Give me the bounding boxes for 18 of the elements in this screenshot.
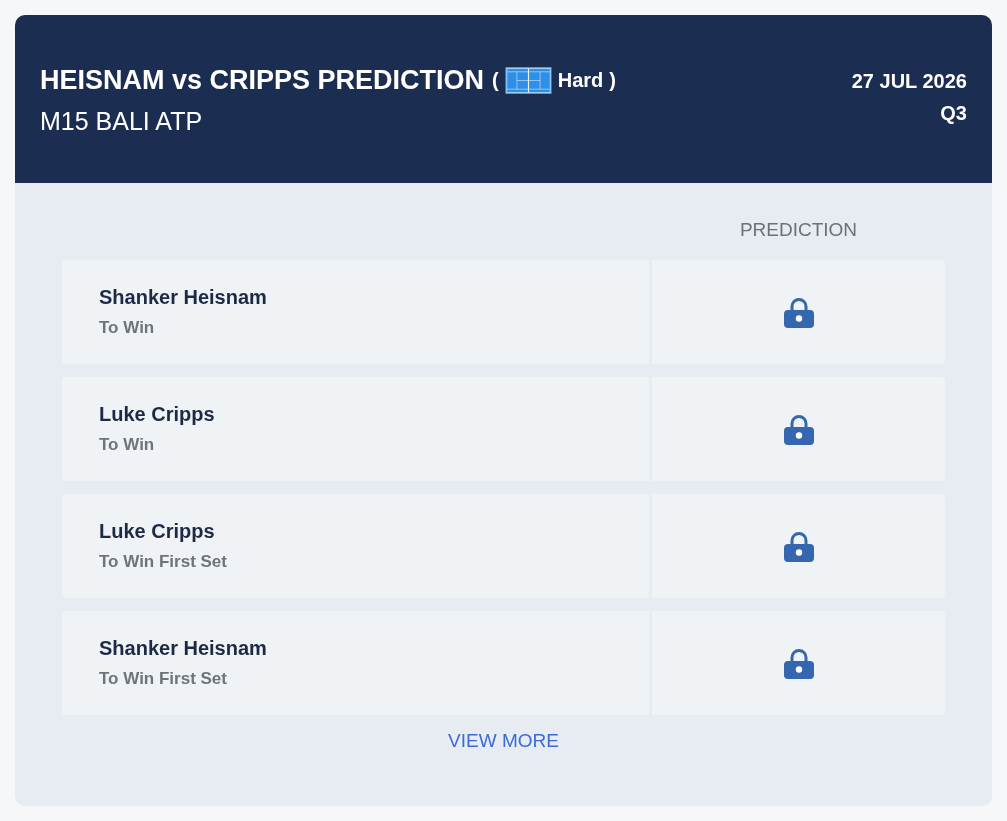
market-label: To Win <box>99 434 156 456</box>
market-label: To Win First Set <box>99 668 228 690</box>
player-name: Luke Cripps <box>99 519 216 543</box>
market-label: To Win <box>99 317 156 339</box>
player-name: Luke Cripps <box>99 402 216 426</box>
tournament-name: M15 BALI ATP <box>40 106 204 137</box>
surface-open-paren: ( <box>492 68 499 93</box>
player-name: Shanker Heisnam <box>99 636 268 660</box>
match-title: HEISNAM vs CRIPPS PREDICTION <box>40 64 485 97</box>
tennis-court-icon <box>504 66 552 94</box>
player-name: Shanker Heisnam <box>99 285 268 309</box>
surface-label: Hard <box>557 68 604 93</box>
view-more-link[interactable]: VIEW MORE <box>448 729 559 753</box>
match-round: Q3 <box>940 101 967 126</box>
surface-close-paren: ) <box>609 68 616 93</box>
column-heading: PREDICTION <box>739 218 858 242</box>
market-label: To Win First Set <box>99 551 228 573</box>
match-date: 27 JUL 2026 <box>851 69 967 94</box>
